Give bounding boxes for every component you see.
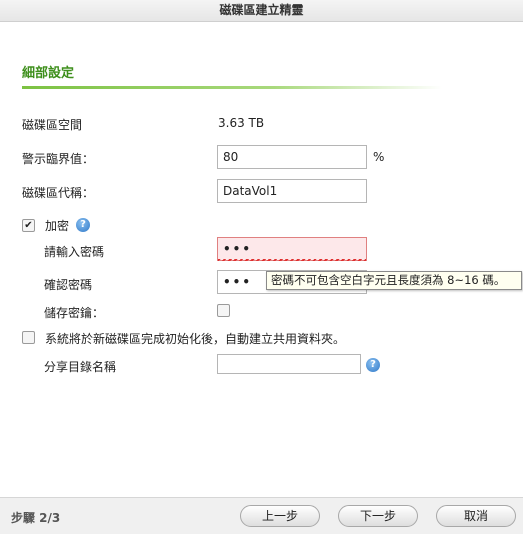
help-icon[interactable]: ? bbox=[76, 218, 90, 232]
auto-share-checkbox[interactable] bbox=[22, 331, 35, 344]
encryption-checkbox[interactable]: ✔ bbox=[22, 219, 35, 232]
next-button[interactable]: 下一步 bbox=[338, 505, 418, 527]
section-title: 細部設定 bbox=[22, 66, 75, 81]
share-folder-input[interactable] bbox=[217, 354, 361, 374]
save-key-checkbox[interactable] bbox=[217, 304, 230, 317]
auto-share-label: 系統將於新磁碟區完成初始化後，自動建立共用資料夾。 bbox=[45, 332, 346, 346]
volume-space-label: 磁碟區空間 bbox=[22, 118, 83, 132]
footer-bar: 步驟 2/3 上一步 下一步 取消 bbox=[0, 497, 523, 534]
save-key-label: 儲存密鑰： bbox=[44, 306, 105, 320]
prev-button[interactable]: 上一步 bbox=[240, 505, 320, 527]
window-title: 磁碟區建立精靈 bbox=[0, 0, 523, 22]
alert-threshold-input[interactable]: 80 bbox=[217, 145, 367, 169]
password-tooltip: 密碼不可包含空白字元且長度須為 8~16 碼。 bbox=[266, 271, 522, 290]
share-folder-label: 分享目錄名稱 bbox=[44, 360, 117, 374]
step-indicator: 步驟 2/3 bbox=[11, 511, 61, 525]
volume-space-value: 3.63 TB bbox=[218, 116, 265, 130]
help-icon[interactable]: ? bbox=[366, 358, 380, 372]
volume-alias-input[interactable]: DataVol1 bbox=[217, 179, 367, 203]
confirm-password-label: 確認密碼 bbox=[44, 278, 93, 292]
password-input[interactable]: ••• bbox=[217, 237, 367, 261]
alert-threshold-label: 警示臨界值： bbox=[22, 152, 95, 166]
section-divider bbox=[22, 86, 442, 89]
encryption-label: 加密 bbox=[45, 219, 70, 233]
password-label: 請輸入密碼 bbox=[44, 245, 105, 259]
volume-alias-label: 磁碟區代稱： bbox=[22, 186, 95, 200]
percent-unit: % bbox=[373, 150, 385, 164]
cancel-button[interactable]: 取消 bbox=[436, 505, 516, 527]
